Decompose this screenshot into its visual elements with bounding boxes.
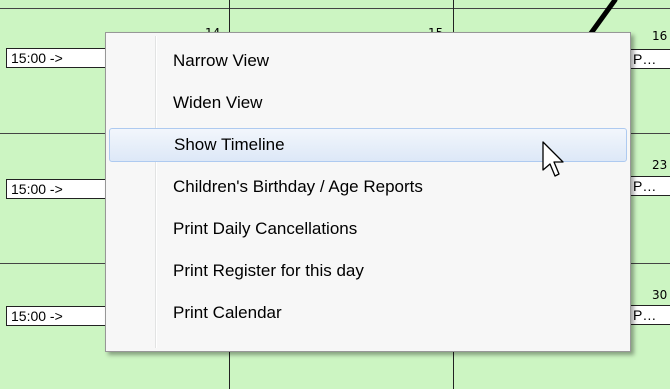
menu-item-widen-view[interactable]: Widen View	[109, 86, 627, 120]
menu-item-print-register[interactable]: Print Register for this day	[109, 254, 627, 288]
menu-item-print-calendar[interactable]: Print Calendar	[109, 296, 627, 330]
context-menu: Narrow View Widen View Show Timeline Chi…	[105, 32, 631, 352]
menu-item-narrow-view[interactable]: Narrow View	[109, 44, 627, 78]
menu-item-print-daily-cancellations[interactable]: Print Daily Cancellations	[109, 212, 627, 246]
mouse-pointer-icon	[542, 141, 564, 177]
